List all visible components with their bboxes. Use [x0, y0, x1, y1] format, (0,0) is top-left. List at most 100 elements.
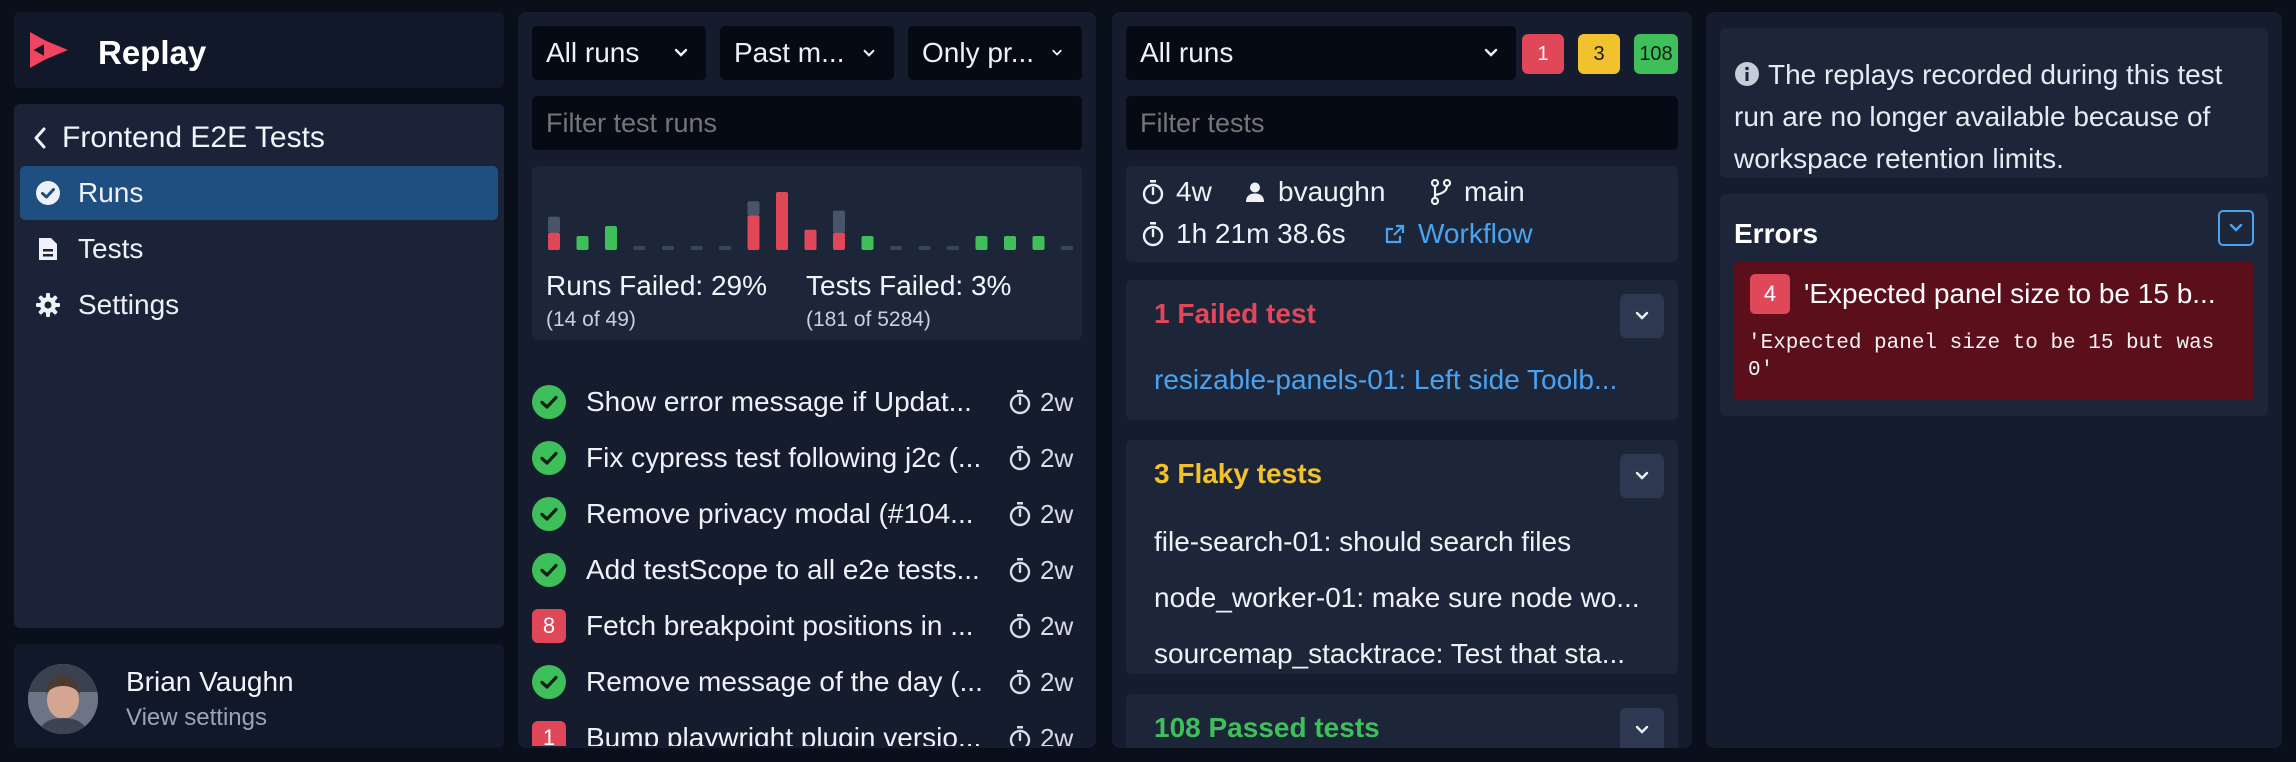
run-age: 2w: [1040, 498, 1074, 529]
flaky-test-item[interactable]: file-search-01: should search files: [1154, 526, 1660, 558]
collapse-flaky-button[interactable]: [1620, 454, 1664, 498]
retention-notice: The replays recorded during this test ru…: [1720, 28, 2268, 178]
failed-tests-section: 1 Failed test resizable-panels-01: Left …: [1126, 280, 1678, 420]
list-item[interactable]: 1 Bump playwright plugin versio... 2w: [532, 710, 1088, 746]
sidebar-item-settings[interactable]: Settings: [20, 278, 498, 332]
workflow-link[interactable]: Workflow: [1382, 218, 1533, 250]
errors-section: Errors 4 'Expected panel size to be 15 b…: [1720, 194, 2268, 416]
stopwatch-icon: [1140, 179, 1166, 205]
chevron-down-icon: [856, 49, 882, 58]
histogram-bar-passed[interactable]: [1004, 236, 1016, 250]
runs-list[interactable]: Show error message if Updat... 2w Fix cy…: [532, 352, 1088, 746]
list-item[interactable]: Show error message if Updat... 2w: [532, 374, 1088, 430]
run-age: 2w: [1040, 722, 1074, 747]
flaky-count-badge[interactable]: 3: [1578, 34, 1620, 74]
run-age-value: 4w: [1176, 176, 1212, 207]
dropdown-value: All runs: [1140, 37, 1234, 68]
user-profile[interactable]: Brian Vaughn View settings: [14, 644, 504, 748]
histogram-bar-passed[interactable]: [605, 226, 617, 250]
avatar: [28, 664, 98, 734]
flaky-section-title: 3 Flaky tests: [1154, 458, 1323, 489]
sidebar-nav: Frontend E2E Tests Runs Tests Settings: [14, 104, 504, 628]
histogram-bar-passed[interactable]: [576, 236, 589, 250]
error-count-badge: 4: [1750, 274, 1790, 314]
time-range-filter[interactable]: Past m...: [720, 26, 894, 80]
histogram-bar-failed[interactable]: [804, 229, 817, 250]
test-status-filter[interactable]: All runs: [1126, 26, 1516, 80]
run-age: 2w: [1040, 442, 1074, 473]
filter-test-runs-input[interactable]: [532, 96, 1082, 150]
view-settings-link[interactable]: View settings: [126, 704, 267, 732]
list-item[interactable]: Remove privacy modal (#104... 2w: [532, 486, 1088, 542]
branch-filter[interactable]: Only pr...: [908, 26, 1082, 80]
histogram-bar-empty[interactable]: [719, 246, 731, 250]
run-stats-card: Runs Failed: 29% (14 of 49) Tests Failed…: [532, 166, 1082, 340]
collapse-errors-button[interactable]: [2218, 210, 2254, 246]
runs-panel: All runs Past m... Only pr... Runs Faile…: [518, 12, 1096, 748]
histogram-bar-empty[interactable]: [690, 246, 703, 250]
list-item[interactable]: Add testScope to all e2e tests... 2w: [532, 542, 1088, 598]
chevron-left-icon: [26, 118, 54, 158]
histogram-bar-failed[interactable]: [776, 192, 788, 250]
list-item[interactable]: Fix cypress test following j2c (... 2w: [532, 430, 1088, 486]
run-age: 2w: [1040, 610, 1074, 641]
histogram-bar-empty[interactable]: [633, 246, 646, 250]
failed-count-badge: 1: [532, 721, 566, 746]
stopwatch-icon: [1006, 724, 1034, 746]
run-branch-value: main: [1464, 176, 1525, 207]
list-item[interactable]: Remove message of the day (... 2w: [532, 654, 1088, 710]
histogram-bar-failed[interactable]: [548, 232, 560, 250]
run-title: Add testScope to all e2e tests...: [586, 554, 980, 585]
histogram-bar-empty[interactable]: [947, 246, 959, 250]
passed-count-badge[interactable]: 108: [1634, 34, 1678, 74]
sidebar-item-tests[interactable]: Tests: [20, 222, 498, 276]
failed-section-title: 1 Failed test: [1154, 298, 1316, 329]
app-logo[interactable]: Replay: [14, 12, 504, 88]
tests-failed-detail: (181 of 5284): [806, 308, 931, 331]
run-status-filter[interactable]: All runs: [532, 26, 706, 80]
run-title: Fix cypress test following j2c (...: [586, 442, 982, 473]
team-title: Frontend E2E Tests: [62, 121, 325, 154]
document-icon: [34, 235, 62, 263]
tests-panel: All runs 1 3 108 4w bvaughn main 1h 21m …: [1112, 12, 1692, 748]
failed-count-badge: 8: [532, 609, 566, 643]
histogram-bar-empty[interactable]: [662, 246, 674, 250]
failed-test-link[interactable]: resizable-panels-01: Left side Toolb...: [1154, 364, 1660, 396]
histogram-bar-other[interactable]: [548, 216, 560, 233]
run-meta-card: 4w bvaughn main 1h 21m 38.6s Workflow: [1126, 166, 1678, 262]
histogram-bar-failed[interactable]: [833, 232, 845, 250]
passed-tests-section: 108 Passed tests: [1126, 694, 1678, 748]
passed-status-icon: [532, 497, 566, 531]
histogram-bar-passed[interactable]: [861, 236, 874, 250]
error-item[interactable]: 4 'Expected panel size to be 15 b... 'Ex…: [1734, 262, 2254, 400]
collapse-passed-button[interactable]: [1620, 708, 1664, 748]
failed-count-badge[interactable]: 1: [1522, 34, 1564, 74]
flaky-test-item[interactable]: node_worker-01: make sure node wo...: [1154, 582, 1660, 614]
histogram-bar-empty[interactable]: [890, 246, 902, 250]
histogram-bar-other[interactable]: [833, 210, 845, 233]
run-title: Show error message if Updat...: [586, 386, 972, 417]
external-link-icon: [1382, 221, 1408, 247]
run-title: Fetch breakpoint positions in ...: [586, 610, 974, 641]
stopwatch-icon: [1006, 668, 1034, 696]
histogram-bar-passed[interactable]: [975, 236, 988, 250]
list-item[interactable]: 8 Fetch breakpoint positions in ... 2w: [532, 598, 1088, 654]
dropdown-value: Only pr...: [922, 37, 1035, 68]
flaky-test-item[interactable]: sourcemap_stacktrace: Test that sta...: [1154, 638, 1660, 670]
gear-icon: [34, 291, 62, 319]
passed-section-title: 108 Passed tests: [1154, 712, 1380, 743]
filter-tests-input[interactable]: [1126, 96, 1678, 150]
run-title: Remove privacy modal (#104...: [586, 498, 974, 529]
back-to-team-link[interactable]: Frontend E2E Tests: [26, 118, 325, 158]
histogram-bar-other[interactable]: [747, 201, 760, 216]
stopwatch-icon: [1140, 221, 1166, 247]
histogram-bar-failed[interactable]: [747, 215, 760, 250]
sidebar-item-runs[interactable]: Runs: [20, 166, 498, 220]
flaky-tests-section: 3 Flaky tests file-search-01: should sea…: [1126, 440, 1678, 674]
histogram-bar-empty[interactable]: [918, 246, 931, 250]
histogram-bar-empty[interactable]: [1061, 246, 1073, 250]
runs-failed-label: Runs Failed: 29%: [546, 270, 768, 301]
histogram-bar-passed[interactable]: [1032, 236, 1045, 250]
collapse-failed-button[interactable]: [1620, 294, 1664, 338]
app-name: Replay: [98, 34, 207, 71]
